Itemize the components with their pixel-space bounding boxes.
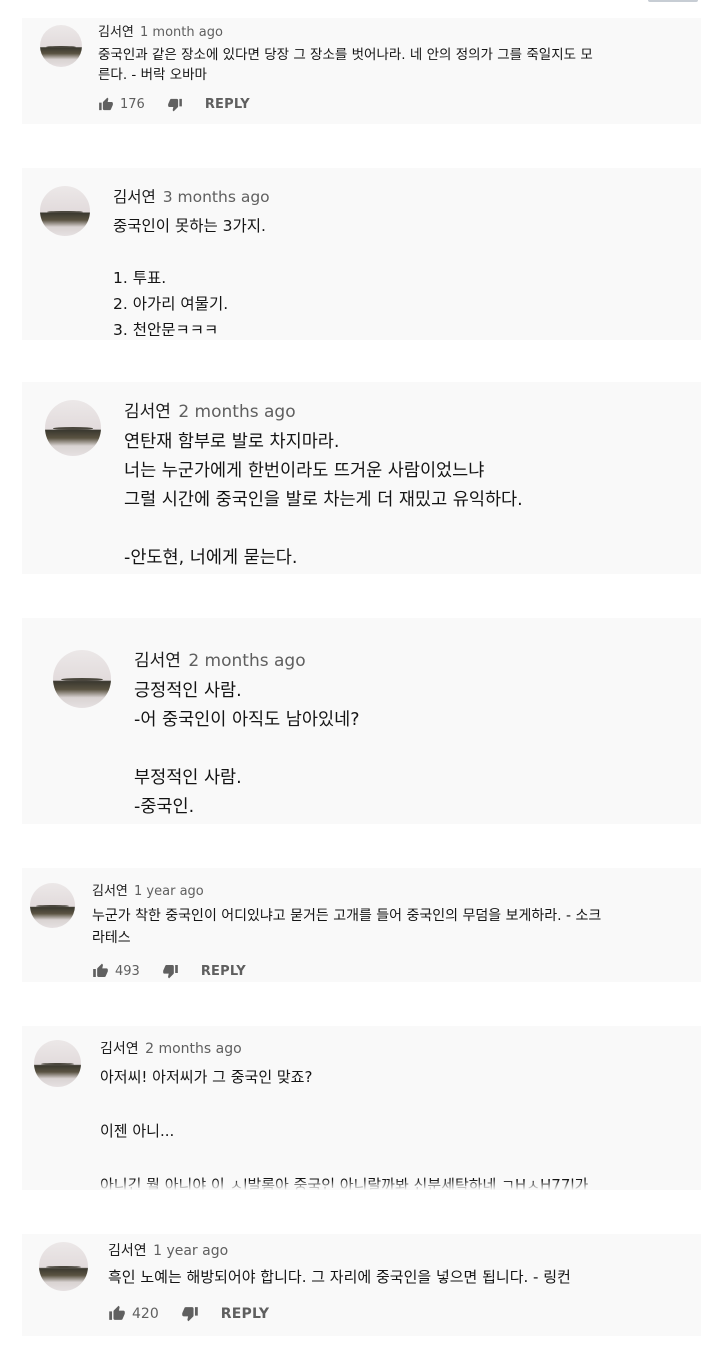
avatar[interactable] bbox=[53, 650, 111, 708]
reply-button[interactable]: REPLY bbox=[221, 1306, 269, 1322]
comment-card: 김서연 1 month ago 중국인과 같은 장소에 있다면 당장 그 장소를… bbox=[22, 18, 701, 124]
comment-actions: 176 REPLY bbox=[98, 97, 250, 112]
avatar[interactable] bbox=[34, 1040, 81, 1087]
comment-card: 김서연 2 months ago 긍정적인 사람. -어 중국인이 아직도 남아… bbox=[22, 618, 701, 824]
avatar[interactable] bbox=[40, 25, 82, 67]
comment-actions: 420 REPLY bbox=[108, 1305, 269, 1322]
timestamp[interactable]: 2 months ago bbox=[178, 402, 295, 422]
thumbs-down-icon[interactable] bbox=[167, 97, 183, 112]
thumbs-up-icon[interactable] bbox=[108, 1305, 126, 1322]
comment-text: 아저씨! 아저씨가 그 중국인 맞죠? 이젠 아니... 아니긴 뭘 아니야 이… bbox=[100, 1068, 588, 1190]
truncation-fade bbox=[22, 1180, 701, 1190]
comment-header: 김서연 2 months ago bbox=[134, 649, 306, 673]
top-scroll-indicator bbox=[648, 0, 698, 2]
author-name[interactable]: 김서연 bbox=[134, 651, 181, 671]
like-count: 493 bbox=[115, 963, 140, 979]
thumbs-up-icon[interactable] bbox=[92, 963, 109, 979]
timestamp[interactable]: 2 months ago bbox=[188, 651, 305, 671]
reply-button[interactable]: REPLY bbox=[201, 964, 246, 979]
timestamp[interactable]: 2 months ago bbox=[145, 1041, 242, 1057]
comment-card: 김서연 2 months ago 아저씨! 아저씨가 그 중국인 맞죠? 이젠 … bbox=[22, 1026, 701, 1190]
author-name[interactable]: 김서연 bbox=[92, 884, 128, 899]
timestamp[interactable]: 1 year ago bbox=[134, 884, 204, 899]
comment-text: 중국인이 못하는 3가지. 1. 투표. 2. 아가리 여물기. 3. 천안문ㅋ… bbox=[113, 217, 266, 339]
author-name[interactable]: 김서연 bbox=[100, 1041, 139, 1057]
comment-header: 김서연 1 year ago bbox=[92, 882, 204, 901]
comment-text: 누군가 착한 중국인이 어디있냐고 묻거든 고개를 들어 중국인의 무덤을 보게… bbox=[92, 908, 602, 946]
like-count: 420 bbox=[132, 1305, 159, 1322]
comment-actions: 493 REPLY bbox=[92, 963, 246, 979]
timestamp[interactable]: 1 year ago bbox=[153, 1243, 228, 1259]
reply-button[interactable]: REPLY bbox=[205, 97, 250, 112]
thumbs-up-icon[interactable] bbox=[98, 97, 114, 112]
author-name[interactable]: 김서연 bbox=[113, 188, 156, 206]
like-count: 176 bbox=[120, 97, 145, 112]
comment-header: 김서연 1 year ago bbox=[108, 1241, 228, 1261]
comment-header: 김서연 3 months ago bbox=[113, 186, 270, 208]
avatar[interactable] bbox=[39, 1242, 88, 1291]
comment-text: 중국인과 같은 장소에 있다면 당장 그 장소를 벗어나라. 네 안의 정의가 … bbox=[98, 47, 593, 83]
comment-card: 김서연 2 months ago 연탄재 함부로 발로 차지마라. 너는 누군가… bbox=[22, 382, 701, 574]
thumbs-down-icon[interactable] bbox=[162, 963, 179, 979]
comment-card: 김서연 3 months ago 중국인이 못하는 3가지. 1. 투표. 2.… bbox=[22, 168, 701, 340]
author-name[interactable]: 김서연 bbox=[98, 25, 134, 40]
avatar[interactable] bbox=[30, 883, 75, 928]
thumbs-down-icon[interactable] bbox=[181, 1305, 199, 1322]
timestamp[interactable]: 1 month ago bbox=[140, 25, 223, 40]
comment-card: 김서연 1 year ago 누군가 착한 중국인이 어디있냐고 묻거든 고개를… bbox=[22, 868, 701, 982]
comment-card: 김서연 1 year ago 흑인 노예는 해방되어야 합니다. 그 자리에 중… bbox=[22, 1234, 701, 1336]
avatar[interactable] bbox=[40, 186, 90, 236]
comment-text: 연탄재 함부로 발로 차지마라. 너는 누군가에게 한번이라도 뜨거운 사람이었… bbox=[124, 432, 523, 568]
author-name[interactable]: 김서연 bbox=[124, 402, 171, 422]
comment-header: 김서연 1 month ago bbox=[98, 24, 223, 42]
comment-header: 김서연 2 months ago bbox=[124, 400, 296, 424]
comment-text: 흑인 노예는 해방되어야 합니다. 그 자리에 중국인을 넣으면 됩니다. - … bbox=[108, 1268, 571, 1286]
comment-header: 김서연 2 months ago bbox=[100, 1039, 242, 1059]
timestamp[interactable]: 3 months ago bbox=[163, 188, 270, 206]
author-name[interactable]: 김서연 bbox=[108, 1243, 147, 1259]
avatar[interactable] bbox=[45, 400, 101, 456]
comment-text: 긍정적인 사람. -어 중국인이 아직도 남아있네? 부정적인 사람. -중국인… bbox=[134, 681, 360, 817]
